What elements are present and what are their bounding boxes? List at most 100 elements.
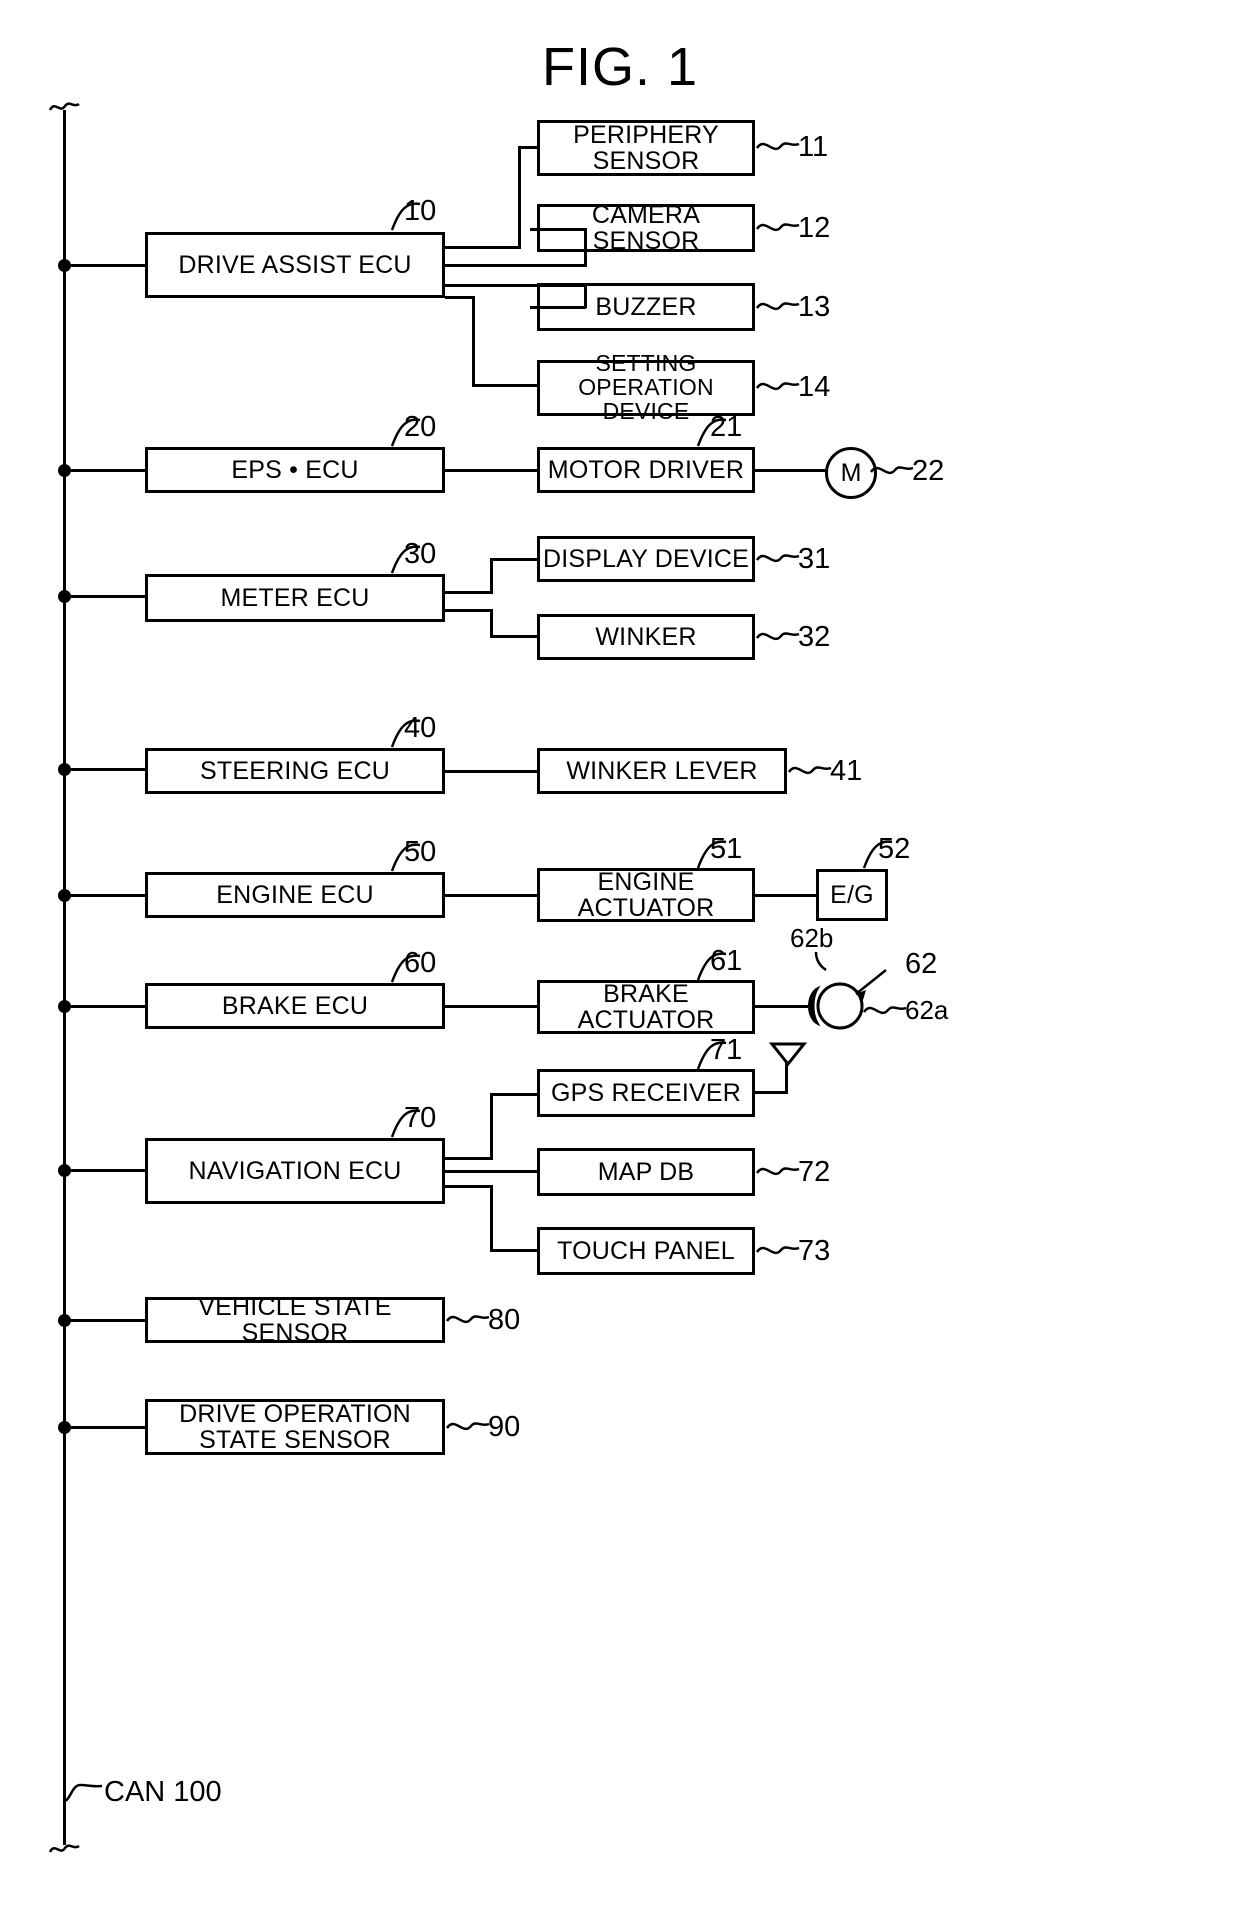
node-setting-operation-device[interactable]: SETTING OPERATION DEVICE [537,351,755,423]
link-nav-gps-b [490,1093,493,1160]
node-touch-panel[interactable]: TOUCH PANEL [537,1227,755,1275]
node-label: BUZZER [595,293,697,321]
node-winker[interactable]: WINKER [537,614,755,660]
bus-stub-engine [64,894,146,897]
bus-stub-meter [64,595,146,598]
ref-number-52: 52 [878,833,911,865]
node-label-line1: PERIPHERY [573,121,719,149]
node-drive-assist-ecu[interactable]: DRIVE ASSIST ECU [145,232,445,298]
link-nav-touch-b [490,1185,493,1251]
node-label: WINKER LEVER [566,757,758,785]
node-navigation-ecu[interactable]: NAVIGATION ECU [145,1138,445,1204]
link-dae-camera-d [530,228,586,231]
link-dae-periphery-a [445,246,521,249]
node-label: BRAKE ECU [221,992,369,1020]
link-dae-camera-b [584,228,587,267]
ref-number-31: 31 [798,543,831,575]
can-bus-label: CAN 100 [104,1776,222,1808]
node-label: M [840,458,862,487]
ref-leader-31-icon [755,554,800,563]
node-eps-ecu[interactable]: EPS • ECU [145,447,445,493]
link-nav-touch-c [490,1249,540,1252]
ref-number-40: 40 [404,712,437,744]
link-nav-gps-c [490,1093,540,1096]
ref-leader-80-icon [445,1315,490,1324]
node-label: VEHICLE STATE SENSOR [198,1293,392,1347]
node-label: METER ECU [220,584,370,612]
link-actuator-eg [755,894,818,897]
node-label-line1: DRIVE OPERATION [179,1400,411,1428]
node-steering-ecu[interactable]: STEERING ECU [145,748,445,794]
node-motor-driver[interactable]: MOTOR DRIVER [537,447,755,493]
node-brake-ecu[interactable]: BRAKE ECU [145,983,445,1029]
ref-number-10: 10 [404,195,437,227]
ref-leader-11-icon [755,142,800,151]
node-label: EPS • ECU [231,456,359,484]
ref-number-62a: 62a [905,995,949,1025]
node-label-line2: ACTUATOR [577,1006,715,1034]
bus-stub-vehicle-state [64,1319,146,1322]
link-meter-display-a [445,591,493,594]
link-dae-camera-a [445,264,587,267]
bus-stub-brake [64,1005,146,1008]
node-gps-receiver[interactable]: GPS RECEIVER [537,1069,755,1117]
node-engine-actuator[interactable]: ENGINE ACTUATOR [537,868,755,922]
node-label: NAVIGATION ECU [188,1157,402,1185]
link-nav-gps-a [445,1157,493,1160]
node-label-line2: ACTUATOR [577,894,715,922]
ref-number-61: 61 [710,945,743,977]
node-drive-operation-state-sensor[interactable]: DRIVE OPERATION STATE SENSOR [145,1399,445,1455]
ref-leader-90-icon [445,1422,490,1431]
link-dae-setting-b [472,296,475,386]
node-label-line2: STATE SENSOR [199,1426,391,1454]
node-label: GPS RECEIVER [551,1079,741,1107]
can-label-leader-icon [63,1783,103,1803]
ref-number-73: 73 [798,1235,831,1267]
ref-leader-62a-icon [862,1006,907,1015]
ref-number-60: 60 [404,947,437,979]
ref-leader-13-icon [755,302,800,311]
node-brake-actuator[interactable]: BRAKE ACTUATOR [537,980,755,1034]
ref-number-41: 41 [830,755,863,787]
node-meter-ecu[interactable]: METER ECU [145,574,445,622]
ref-number-32: 32 [798,621,831,653]
ref-number-71: 71 [710,1034,743,1066]
ref-number-51: 51 [710,833,743,865]
node-label: MAP DB [597,1158,695,1186]
bus-stub-navigation [64,1169,146,1172]
node-label: ENGINE ECU [216,881,374,909]
ref-leader-41-icon [787,766,832,775]
node-label: STEERING ECU [200,757,390,785]
node-label: MOTOR DRIVER [547,456,745,484]
ref-number-90: 90 [488,1411,521,1443]
node-display-device[interactable]: DISPLAY DEVICE [537,536,755,582]
ref-leader-22-icon [869,466,914,475]
gps-antenna-icon [768,1042,808,1067]
ref-leader-62b-icon [814,952,827,972]
node-label: E/G [830,881,874,909]
link-meter-display-c [490,558,540,561]
can-bus-line [63,110,66,1845]
link-nav-mapdb [445,1170,537,1173]
bus-stub-drive-assist [64,264,146,267]
node-vehicle-state-sensor[interactable]: VEHICLE STATE SENSOR [145,1293,445,1347]
link-meter-display-b [490,558,493,594]
node-engine[interactable]: E/G [816,869,888,921]
node-label: TOUCH PANEL [557,1237,735,1265]
ref-number-14: 14 [798,371,831,403]
node-periphery-sensor[interactable]: PERIPHERY SENSOR [537,120,755,176]
node-map-db[interactable]: MAP DB [537,1148,755,1196]
link-meter-winker-c [490,635,540,638]
node-winker-lever[interactable]: WINKER LEVER [537,748,787,794]
figure-1-diagram: FIG. 1 CAN 100 DRIVE ASSIST ECU 10 PERIP… [0,0,1240,1931]
ref-number-70: 70 [404,1102,437,1134]
ref-number-22: 22 [912,455,945,487]
link-dae-setting-c [472,384,540,387]
node-label: DISPLAY DEVICE [542,545,750,573]
link-dae-periphery-b [518,146,521,249]
ref-number-12: 12 [798,212,831,244]
link-motordriver-motor [755,469,827,472]
node-label: DRIVE ASSIST ECU [178,251,412,279]
node-label-line1: ENGINE [597,868,695,896]
node-engine-ecu[interactable]: ENGINE ECU [145,872,445,918]
